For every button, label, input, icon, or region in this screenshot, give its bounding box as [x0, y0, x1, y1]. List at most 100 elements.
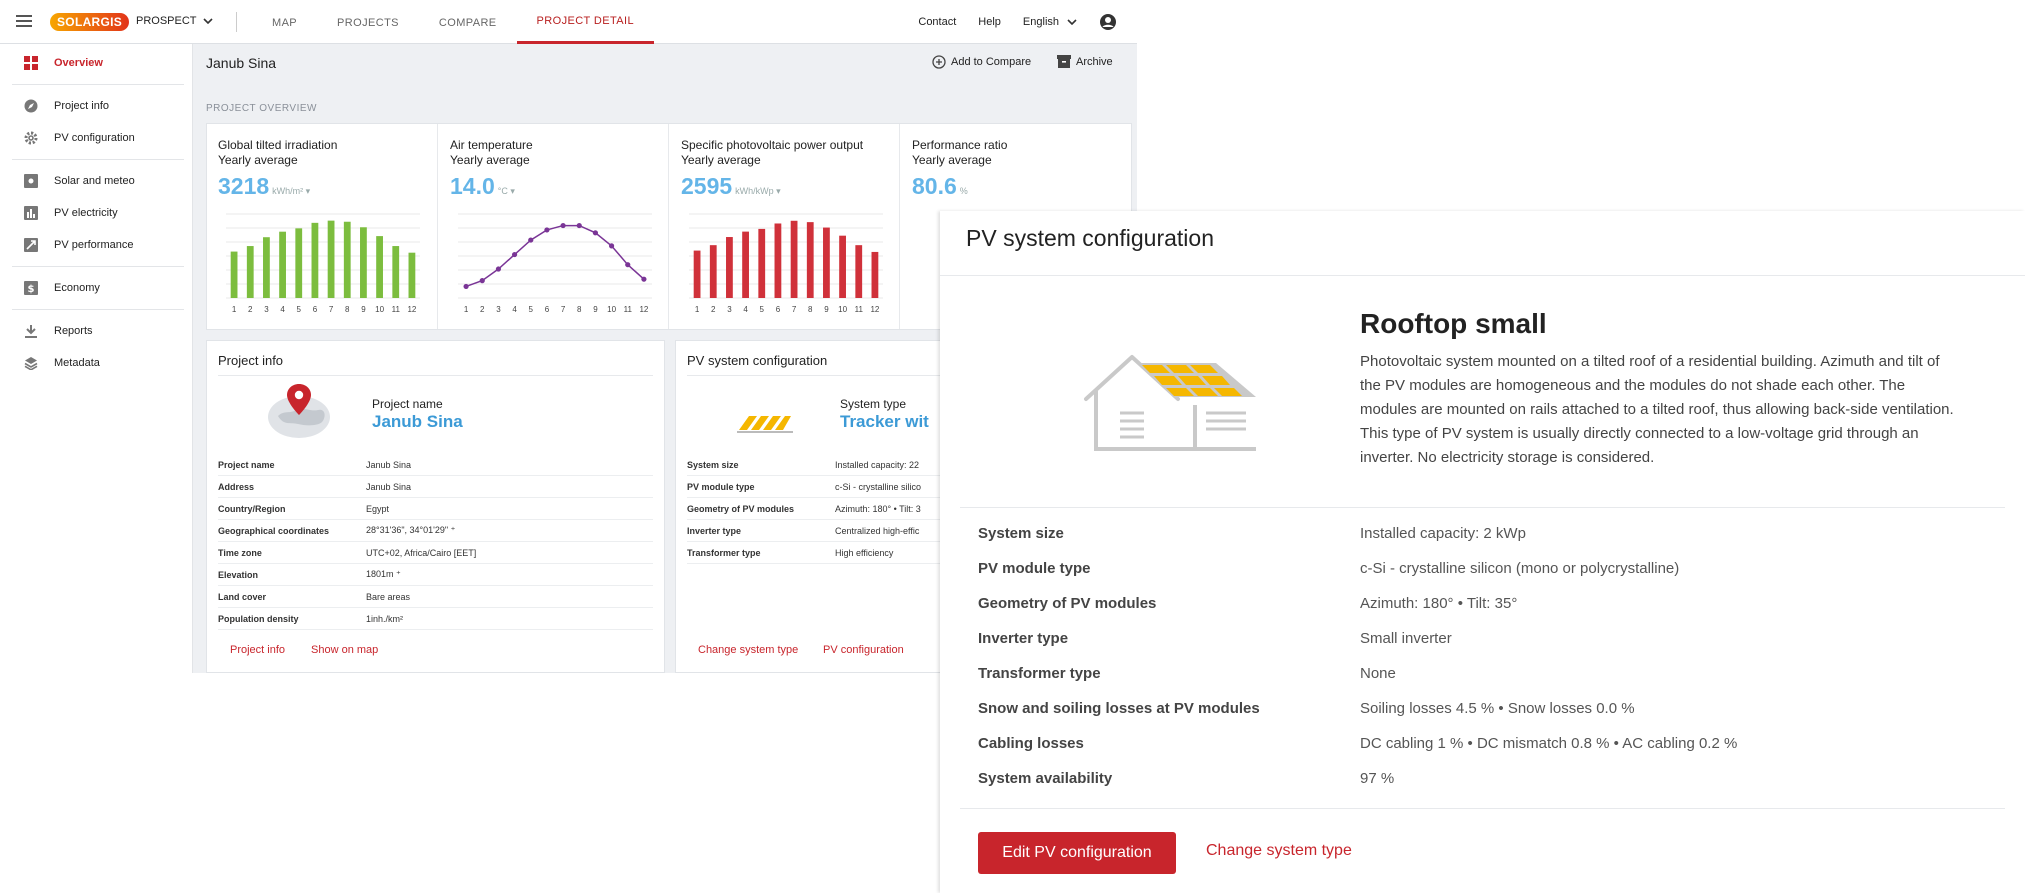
chart-bar[interactable] — [823, 227, 830, 298]
chart-bar[interactable] — [871, 251, 879, 298]
sidebar-item-economy[interactable]: $ Economy — [0, 272, 192, 304]
sidebar-item-pv-electricity[interactable]: PV electricity — [0, 197, 192, 229]
nav-projects[interactable]: PROJECTS — [317, 0, 419, 44]
pvout-monthly-chart: 1 2 3 4 5 6 7 8 9 10 11 12 — [689, 213, 883, 314]
data-point[interactable] — [544, 227, 550, 233]
chart-bar[interactable] — [263, 237, 270, 298]
chart-bar[interactable] — [726, 237, 733, 298]
change-system-type-link[interactable]: Change system type — [1206, 842, 1352, 860]
data-point[interactable] — [592, 230, 599, 236]
sidebar-item-overview[interactable]: Overview — [0, 47, 192, 79]
metric-pvout-value[interactable]: 2595 kWh/kWp ▾ — [681, 173, 781, 200]
chart-bar[interactable] — [742, 231, 749, 298]
chart-bar[interactable] — [376, 236, 383, 298]
configuration-key: Geometry of PV modules — [978, 595, 1157, 612]
add-to-compare-button[interactable]: Add to Compare — [932, 55, 1031, 69]
data-point[interactable] — [479, 278, 485, 284]
data-point[interactable] — [625, 262, 631, 268]
sidebar-item-reports[interactable]: Reports — [0, 315, 192, 347]
chart-bar[interactable] — [295, 228, 303, 298]
x-tick-label: 12 — [639, 305, 648, 314]
sidebar-item-pv-configuration[interactable]: PV configuration — [0, 122, 192, 154]
divider — [960, 507, 2005, 508]
chart-bar[interactable] — [709, 245, 717, 298]
data-point[interactable] — [528, 237, 534, 243]
chart-bar[interactable] — [246, 246, 254, 298]
main-nav: MAP PROJECTS COMPARE PROJECT DETAIL — [252, 0, 655, 44]
row-key: Time zone — [218, 547, 262, 558]
row-key: Geometry of PV modules — [687, 503, 795, 514]
chart-bar[interactable] — [855, 245, 863, 298]
page-title: Janub Sina — [206, 55, 277, 71]
hamburger-menu-icon[interactable] — [16, 15, 32, 27]
x-tick-label: 9 — [361, 305, 366, 314]
x-tick-label: 8 — [345, 305, 350, 314]
archive-icon — [1057, 55, 1071, 68]
metric-pvout-label: Specific photovoltaic power output Yearly… — [681, 138, 863, 168]
data-point[interactable] — [463, 283, 469, 290]
x-tick-label: 9 — [824, 305, 829, 314]
map-pin-icon — [268, 384, 330, 438]
metric-gti-label: Global tilted irradiation Yearly average — [218, 138, 337, 168]
chart-bar[interactable] — [839, 235, 846, 298]
nav-compare[interactable]: COMPARE — [419, 0, 517, 44]
nav-map[interactable]: MAP — [252, 0, 317, 44]
sidebar-item-solar-and-meteo[interactable]: Solar and meteo — [0, 165, 192, 197]
product-selector[interactable]: PROSPECT — [136, 15, 213, 27]
row-value: 1801m ⁺ — [366, 569, 401, 579]
chart-bar[interactable] — [408, 252, 416, 298]
edit-pv-configuration-button[interactable]: Edit PV configuration — [978, 832, 1176, 874]
sidebar-divider — [12, 159, 184, 160]
configuration-row: Geometry of PV modules Azimuth: 180° • Ti… — [978, 586, 1517, 621]
chart-bar[interactable] — [774, 223, 782, 298]
chart-bar[interactable] — [360, 227, 367, 298]
chart-bar[interactable] — [279, 231, 286, 298]
data-point[interactable] — [641, 276, 647, 282]
data-point[interactable] — [495, 266, 502, 272]
table-row: Population density 1inh./km² — [218, 608, 653, 630]
nav-project-detail[interactable]: PROJECT DETAIL — [516, 0, 655, 44]
metric-divider — [899, 124, 900, 329]
user-account-icon[interactable] — [1099, 13, 1117, 31]
sidebar-item-metadata[interactable]: Metadata — [0, 347, 192, 379]
data-point[interactable] — [608, 243, 615, 249]
table-row: Country/Region Egypt — [218, 498, 653, 520]
help-link[interactable]: Help — [978, 16, 1001, 28]
project-info-link[interactable]: Project info — [230, 644, 285, 656]
project-name-value: Janub Sina — [372, 412, 463, 431]
sidebar-item-label: PV electricity — [54, 207, 118, 219]
chart-bar[interactable] — [392, 246, 400, 298]
language-selector[interactable]: English — [1023, 16, 1077, 28]
data-point[interactable] — [576, 222, 582, 229]
configuration-key: Transformer type — [978, 665, 1101, 682]
sidebar-item-project-info[interactable]: Project info — [0, 90, 192, 122]
row-key: Geographical coordinates — [218, 525, 330, 536]
metric-temperature-value[interactable]: 14.0 °C ▾ — [450, 173, 515, 200]
show-on-map-link[interactable]: Show on map — [311, 644, 378, 656]
metric-pr-value[interactable]: 80.6% — [912, 173, 968, 200]
bar-chart-icon — [24, 206, 38, 220]
pv-configuration-link[interactable]: PV configuration — [823, 644, 904, 656]
x-tick-label: 3 — [496, 305, 501, 314]
chart-bar[interactable] — [693, 250, 701, 298]
contact-link[interactable]: Contact — [918, 16, 956, 28]
metric-gti-value[interactable]: 3218 kWh/m² ▾ — [218, 173, 310, 200]
data-point[interactable] — [511, 251, 518, 258]
tracker-icon — [737, 416, 793, 433]
data-point[interactable] — [560, 222, 566, 229]
sidebar-item-pv-performance[interactable]: PV performance — [0, 229, 192, 261]
metric-unit: % — [959, 186, 968, 196]
chart-bar[interactable] — [230, 251, 238, 298]
chart-bar[interactable] — [343, 221, 351, 298]
archive-button[interactable]: Archive — [1057, 55, 1113, 68]
chart-bar[interactable] — [327, 220, 335, 298]
solargis-logo[interactable]: SOLARGIS — [50, 13, 130, 31]
configuration-row: Snow and soiling losses at PV modules Soi… — [978, 691, 1635, 726]
chart-bar[interactable] — [311, 222, 319, 298]
chart-bar[interactable] — [790, 220, 798, 298]
row-value: 28°31'36", 34°01'29" ⁺ — [366, 525, 456, 535]
chart-bar[interactable] — [806, 222, 814, 298]
configuration-value: 97 % — [1360, 770, 1395, 787]
chart-bar[interactable] — [758, 228, 766, 298]
change-system-type-link[interactable]: Change system type — [698, 644, 798, 656]
